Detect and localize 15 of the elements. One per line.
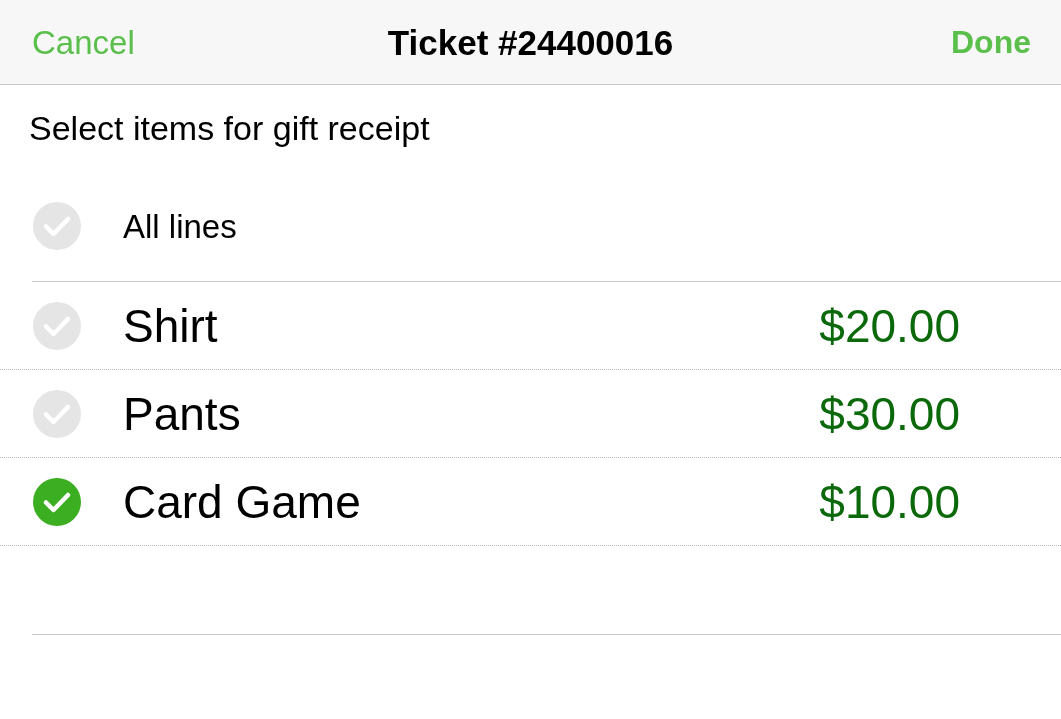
item-name: Pants [123, 390, 241, 437]
unchecked-circle-icon[interactable] [33, 389, 81, 438]
item-price: $10.00 [819, 478, 960, 525]
checked-circle-icon[interactable] [33, 477, 81, 526]
done-button[interactable]: Done [951, 22, 1031, 62]
item-name: Shirt [123, 302, 218, 349]
unchecked-circle-icon[interactable] [33, 301, 81, 350]
ticket-title: Ticket #24400016 [387, 24, 674, 60]
unchecked-circle-icon[interactable] [33, 202, 81, 250]
all-lines-label: All lines [123, 209, 237, 243]
instruction-text: Select items for gift receipt [29, 111, 430, 145]
cancel-button[interactable]: Cancel [32, 21, 135, 63]
item-price: $30.00 [819, 390, 960, 437]
item-name: Card Game [123, 478, 361, 525]
item-price: $20.00 [819, 302, 960, 349]
